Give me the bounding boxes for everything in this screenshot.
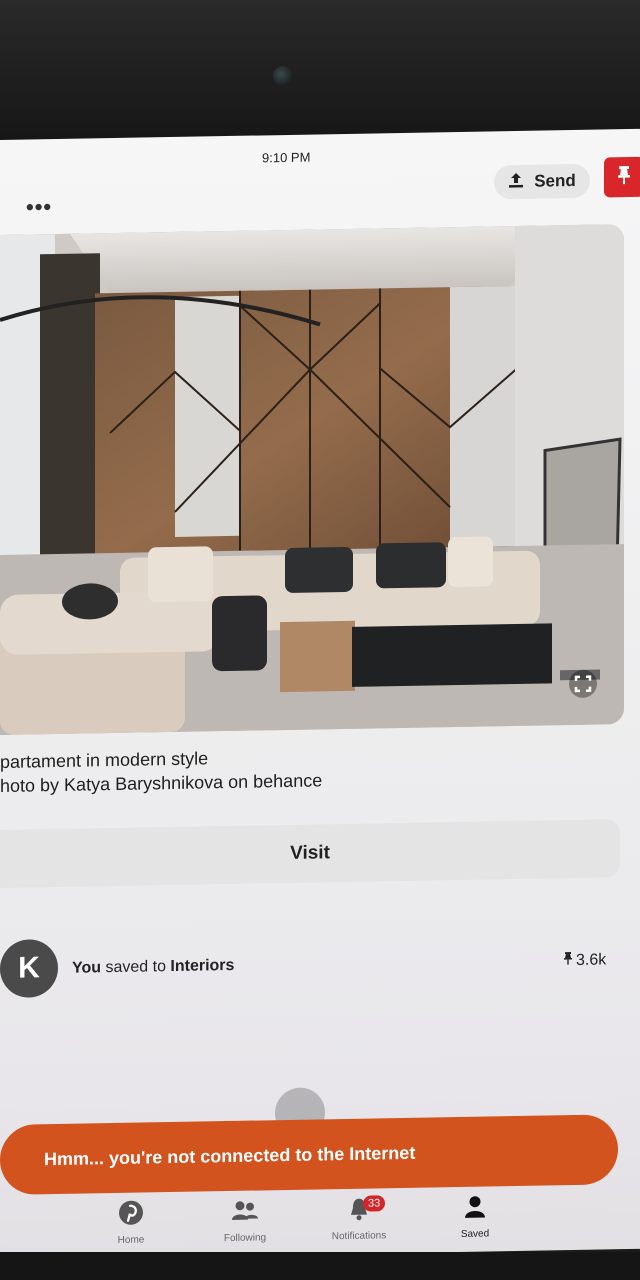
more-options-button[interactable]: ••• [26,194,52,220]
actor-name: You [72,959,102,977]
save-count: 3.6k [564,951,606,970]
send-label: Send [534,170,576,191]
saved-to-line: You saved to Interiors [72,957,234,978]
person-icon [462,1193,488,1224]
tab-home[interactable]: Home [76,1199,186,1247]
tab-following-label: Following [223,1232,267,1245]
send-button[interactable]: Send [494,163,590,200]
expand-icon[interactable] [568,669,598,700]
pin-image[interactable] [0,224,624,735]
tab-saved[interactable]: Saved [420,1193,530,1241]
tab-notifications-label: Notifications [331,1230,387,1243]
board-name[interactable]: Interiors [170,957,234,975]
pin-description: partament in modern style hoto by Katya … [0,744,322,798]
bottom-tab-bar: Home Following 33 Notifications Saved [0,1191,640,1260]
pushpin-small-icon [564,952,572,970]
share-icon [508,171,524,192]
saved-action-text: saved to [101,958,171,977]
pushpin-icon [617,164,631,189]
app-screen: 9:10 PM ••• Send partament in modern sty… [0,128,640,1261]
tab-home-label: Home [117,1234,145,1246]
people-icon [231,1197,259,1228]
tab-notifications[interactable]: 33 Notifications [304,1195,414,1243]
front-camera [273,66,293,86]
save-count-value: 3.6k [576,951,607,969]
notification-badge: 33 [363,1195,386,1212]
tab-saved-label: Saved [460,1228,490,1240]
interior-photo [0,224,624,735]
offline-toast: Hmm... you're not connected to the Inter… [0,1114,618,1195]
status-time: 9:10 PM [262,149,311,166]
tab-following[interactable]: Following [190,1197,300,1245]
pin-save-button[interactable] [604,156,640,198]
device-bezel-top [0,0,640,150]
device-bezel-bottom [0,1252,640,1280]
avatar[interactable]: K [0,938,58,998]
pinterest-icon [118,1199,144,1230]
visit-button[interactable]: Visit [0,819,620,888]
description-line-2: hoto by Katya Baryshnikova on behance [0,770,323,796]
